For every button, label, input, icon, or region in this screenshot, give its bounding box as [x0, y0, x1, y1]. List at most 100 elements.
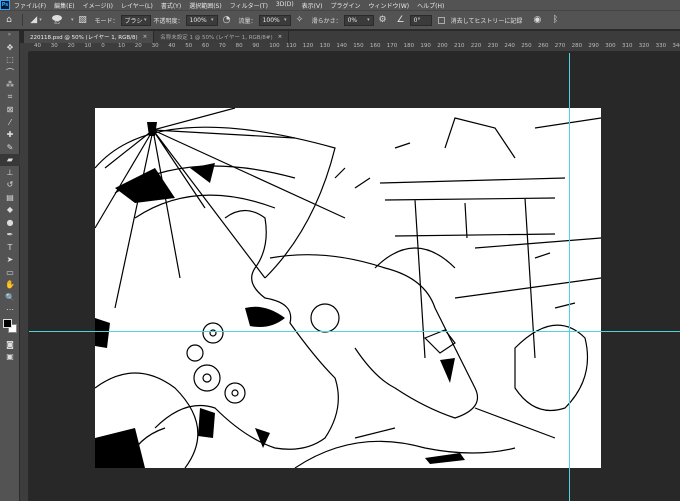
ruler-tick-label: 340 [672, 43, 680, 49]
panel-grip[interactable]: » [0, 31, 19, 41]
more-icon[interactable]: ⋯ [0, 304, 20, 317]
dodge-icon[interactable]: ● [0, 216, 20, 229]
home-icon[interactable]: ⌂ [2, 13, 16, 27]
photoshop-logo[interactable]: Ps [0, 0, 10, 10]
menu-item[interactable]: フィルター(T) [226, 1, 272, 10]
ruler-tick-label: 260 [538, 43, 549, 49]
ruler-tick-label: 140 [336, 43, 347, 49]
ruler-tick-label: 250 [521, 43, 532, 49]
options-bar: ⌂ ◢ ▾ 45 ▾ ▧ モード： ブラシ ▾ 不透明度： 100% ▾ ◔ 流量： … [0, 10, 680, 30]
brush-icon[interactable]: ✎ [0, 141, 20, 154]
menu-item[interactable]: ファイル(F) [10, 1, 50, 10]
eyedropper-icon[interactable]: ⁄ [0, 116, 20, 129]
chevron-down-icon[interactable]: ▾ [71, 17, 74, 23]
vertical-guide[interactable] [569, 53, 570, 501]
menu-item[interactable]: 書式(Y) [157, 1, 185, 10]
smoothing-options-gear-icon[interactable]: ⚙ [376, 13, 390, 27]
menu-item[interactable]: 表示(V) [298, 1, 327, 10]
healing-icon[interactable]: ✚ [0, 129, 20, 142]
tab-untitled-1[interactable]: 名称未設定 1 @ 50% (レイヤー 1, RGB/8#) × [154, 31, 290, 43]
move-icon[interactable]: ✥ [0, 41, 20, 54]
pressure-size-icon[interactable]: ◉ [530, 13, 544, 27]
stamp-icon[interactable]: ⊥ [0, 166, 20, 179]
pressure-opacity-icon[interactable]: ◔ [220, 13, 234, 27]
opacity-field[interactable]: 100% ▾ [185, 14, 218, 26]
document-tabs: 220118.psd @ 50% (レイヤー 1, RGB/8) × 名称未設定… [24, 31, 680, 43]
ruler-tick-label: 60 [202, 43, 209, 49]
chevron-down-icon: ▾ [144, 17, 147, 23]
brush-preset-picker[interactable]: 45 [47, 13, 67, 27]
tab-220118-psd[interactable]: 220118.psd @ 50% (レイヤー 1, RGB/8) × [24, 31, 155, 43]
ruler-tick-label: 300 [605, 43, 616, 49]
history-brush-icon[interactable]: ↺ [0, 179, 20, 192]
vertical-ruler[interactable] [20, 43, 29, 501]
screen-mode-icon[interactable]: ▣ [0, 351, 20, 364]
horizontal-ruler[interactable]: 40 30 20 10 0 10 20 30 40 50 60 70 80 90 100 110 120 130 1… [24, 43, 680, 52]
opacity-label: 不透明度： [153, 17, 184, 25]
menu-item[interactable]: 3D(D) [272, 1, 298, 10]
shape-icon[interactable]: ▭ [0, 266, 20, 279]
eraser-icon[interactable]: ▰ [0, 153, 20, 166]
color-swatches [0, 316, 20, 338]
mode-select[interactable]: ブラシ ▾ [120, 14, 151, 26]
chevron-down-icon: ▾ [211, 17, 214, 23]
blur-icon[interactable]: ◆ [0, 204, 20, 217]
divider [22, 14, 23, 26]
foreground-color-swatch[interactable] [3, 319, 12, 328]
airbrush-icon[interactable]: ✧ [293, 13, 307, 27]
menu-item[interactable]: プラグイン [326, 1, 364, 10]
brush-settings-icon[interactable]: ▧ [76, 13, 90, 27]
quick-select-icon[interactable]: ⁂ [0, 79, 20, 92]
menu-item[interactable]: レイヤー(L) [117, 1, 157, 10]
path-select-icon[interactable]: ➤ [0, 254, 20, 267]
menu-item[interactable]: 編集(E) [50, 1, 78, 10]
eraser-tool-preset-icon[interactable]: ◢ ▾ [29, 13, 43, 27]
crop-icon[interactable]: ⌗ [0, 91, 20, 104]
opacity-value: 100% [189, 16, 207, 24]
pen-icon[interactable]: ✒ [0, 229, 20, 242]
brush-size-value: 45 [54, 20, 60, 26]
lasso-icon[interactable]: ⌒ [0, 66, 20, 79]
ruler-tick-label: 220 [470, 43, 482, 49]
ruler-tick-label: 40 [168, 43, 176, 49]
canvas-area[interactable] [29, 53, 680, 501]
mode-value: ブラシ [124, 17, 143, 25]
ruler-tick-label: 230 [487, 43, 499, 49]
smoothing-field[interactable]: 0% ▾ [343, 14, 374, 26]
ruler-tick-label: 190 [420, 43, 431, 49]
line-art-illustration [95, 108, 601, 468]
menu-item[interactable]: 選択範囲(S) [185, 1, 226, 10]
type-icon[interactable]: T [0, 241, 20, 254]
flow-label: 流量： [238, 17, 257, 25]
ruler-tick-label: 210 [454, 43, 465, 49]
flow-field[interactable]: 100% ▾ [258, 14, 291, 26]
document-canvas[interactable] [95, 108, 601, 468]
chevron-down-icon: ▾ [367, 17, 370, 23]
close-icon[interactable]: × [278, 34, 283, 40]
frame-icon[interactable]: ⊠ [0, 104, 20, 117]
flow-value: 100% [262, 16, 280, 24]
erase-to-history-checkbox[interactable] [437, 16, 445, 24]
horizontal-guide[interactable] [29, 331, 680, 332]
menu-item[interactable]: イメージ(I) [79, 1, 117, 10]
ruler-tick-label: 30 [50, 43, 58, 49]
menu-item[interactable]: ウィンドウ(W) [364, 1, 413, 10]
tab-label: 220118.psd @ 50% (レイヤー 1, RGB/8) [30, 35, 138, 41]
ruler-tick-label: 310 [622, 43, 633, 49]
gradient-icon[interactable]: ▤ [0, 191, 20, 204]
symmetry-icon[interactable]: ᛒ [548, 13, 562, 27]
menu-item[interactable]: ヘルプ(H) [413, 1, 448, 10]
zoom-icon[interactable]: 🔍 [0, 291, 20, 304]
tab-label: 名称未設定 1 @ 50% (レイヤー 1, RGB/8#) [160, 35, 273, 41]
ruler-origin[interactable] [20, 43, 29, 52]
ruler-tick-label: 150 [353, 43, 364, 49]
smoothing-value: 0% [347, 16, 358, 24]
ruler-tick-label: 80 [235, 43, 243, 49]
close-icon[interactable]: × [143, 34, 148, 40]
quick-mask-icon[interactable]: ◙ [0, 338, 20, 351]
ruler-tick-label: 320 [638, 43, 650, 49]
hand-icon[interactable]: ✋ [0, 279, 20, 292]
marquee-icon[interactable]: ⬚ [0, 54, 20, 67]
angle-icon: ∠ [396, 15, 405, 25]
angle-field[interactable]: 0° [409, 14, 432, 26]
